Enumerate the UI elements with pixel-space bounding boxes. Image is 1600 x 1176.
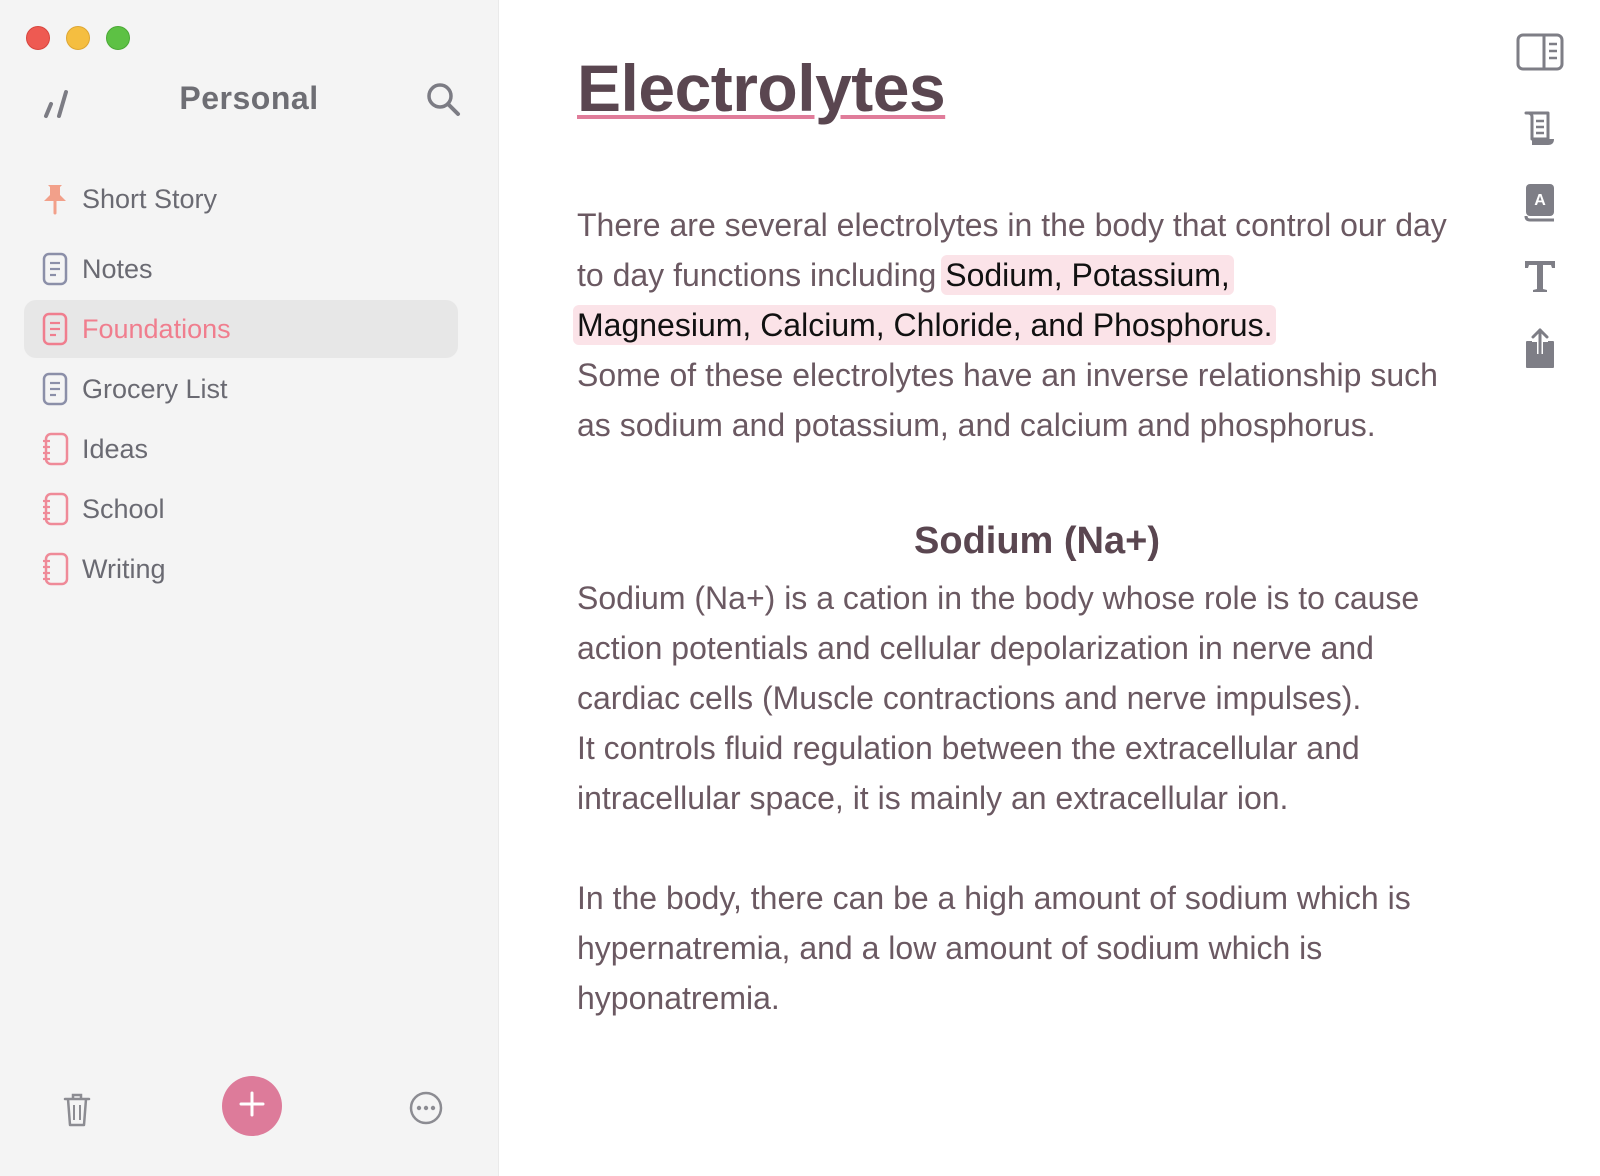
editor-toolbar: A	[1510, 0, 1600, 1176]
search-icon[interactable]	[424, 80, 464, 120]
minimize-window-button[interactable]	[66, 26, 90, 50]
paragraph[interactable]: In the body, there can be a high amount …	[577, 873, 1477, 1023]
svg-text:A: A	[1534, 192, 1546, 209]
highlighted-text: Magnesium, Calcium, Chloride, and Phosph…	[573, 305, 1276, 345]
share-icon	[1522, 326, 1558, 375]
editor[interactable]: Electrolytes There are several electroly…	[499, 0, 1509, 1176]
sidebar-header: Personal	[0, 76, 498, 132]
more-icon[interactable]	[408, 1090, 444, 1126]
sidebar-item-ideas[interactable]: Ideas	[24, 420, 458, 478]
sidebar-item-label: Foundations	[82, 314, 231, 345]
notebook-icon	[40, 432, 70, 466]
trash-icon[interactable]	[62, 1092, 92, 1128]
blank-line	[577, 823, 1477, 873]
paragraph-text: It controls fluid regulation between the…	[577, 730, 1360, 816]
highlighted-text: Sodium, Potassium,	[941, 255, 1234, 295]
scroll-icon	[1520, 107, 1560, 154]
share-button[interactable]	[1516, 326, 1564, 374]
preview-panel-button[interactable]	[1516, 30, 1564, 78]
sidebar-item-label: Grocery List	[82, 374, 228, 405]
preview-panel-icon	[1516, 32, 1564, 77]
close-window-button[interactable]	[26, 26, 50, 50]
section-heading[interactable]: Sodium (Na+)	[577, 520, 1477, 563]
sidebar-item-short-story[interactable]: Short Story	[24, 170, 458, 228]
add-icon	[238, 1090, 266, 1123]
typography-icon	[1520, 256, 1560, 301]
document-body[interactable]: There are several electrolytes in the bo…	[577, 200, 1477, 1023]
sidebar: Personal Short Story	[0, 0, 499, 1176]
sidebar-item-foundations[interactable]: Foundations	[24, 300, 458, 358]
window-controls	[26, 26, 130, 50]
add-note-button[interactable]	[222, 1076, 282, 1136]
sidebar-item-label: Short Story	[82, 184, 217, 215]
notebook-icon	[40, 552, 70, 586]
document-title[interactable]: Electrolytes	[577, 50, 945, 126]
scroll-button[interactable]	[1516, 106, 1564, 154]
sidebar-item-label: Notes	[82, 254, 153, 285]
sidebar-item-label: School	[82, 494, 165, 525]
dictionary-icon: A	[1522, 181, 1558, 228]
sheet-icon	[40, 372, 70, 406]
sidebar-item-writing[interactable]: Writing	[24, 540, 458, 598]
typography-button[interactable]	[1516, 254, 1564, 302]
sheet-icon	[40, 252, 70, 286]
sidebar-nav: Short Story Notes	[24, 170, 458, 600]
paragraph[interactable]: Sodium (Na+) is a cation in the body who…	[577, 573, 1477, 823]
sidebar-item-label: Writing	[82, 554, 166, 585]
intro-paragraph[interactable]: There are several electrolytes in the bo…	[577, 200, 1477, 450]
sidebar-item-grocery-list[interactable]: Grocery List	[24, 360, 458, 418]
zoom-window-button[interactable]	[106, 26, 130, 50]
pin-icon	[40, 182, 70, 216]
sidebar-footer	[0, 1066, 498, 1146]
paragraph-text: Sodium (Na+) is a cation in the body who…	[577, 580, 1419, 716]
dictionary-button[interactable]: A	[1516, 180, 1564, 228]
sidebar-item-notes[interactable]: Notes	[24, 240, 458, 298]
sheet-icon	[40, 312, 70, 346]
sidebar-item-label: Ideas	[82, 434, 148, 465]
notebook-icon	[40, 492, 70, 526]
intro-text: Some of these electrolytes have an inver…	[577, 357, 1438, 443]
sidebar-item-school[interactable]: School	[24, 480, 458, 538]
